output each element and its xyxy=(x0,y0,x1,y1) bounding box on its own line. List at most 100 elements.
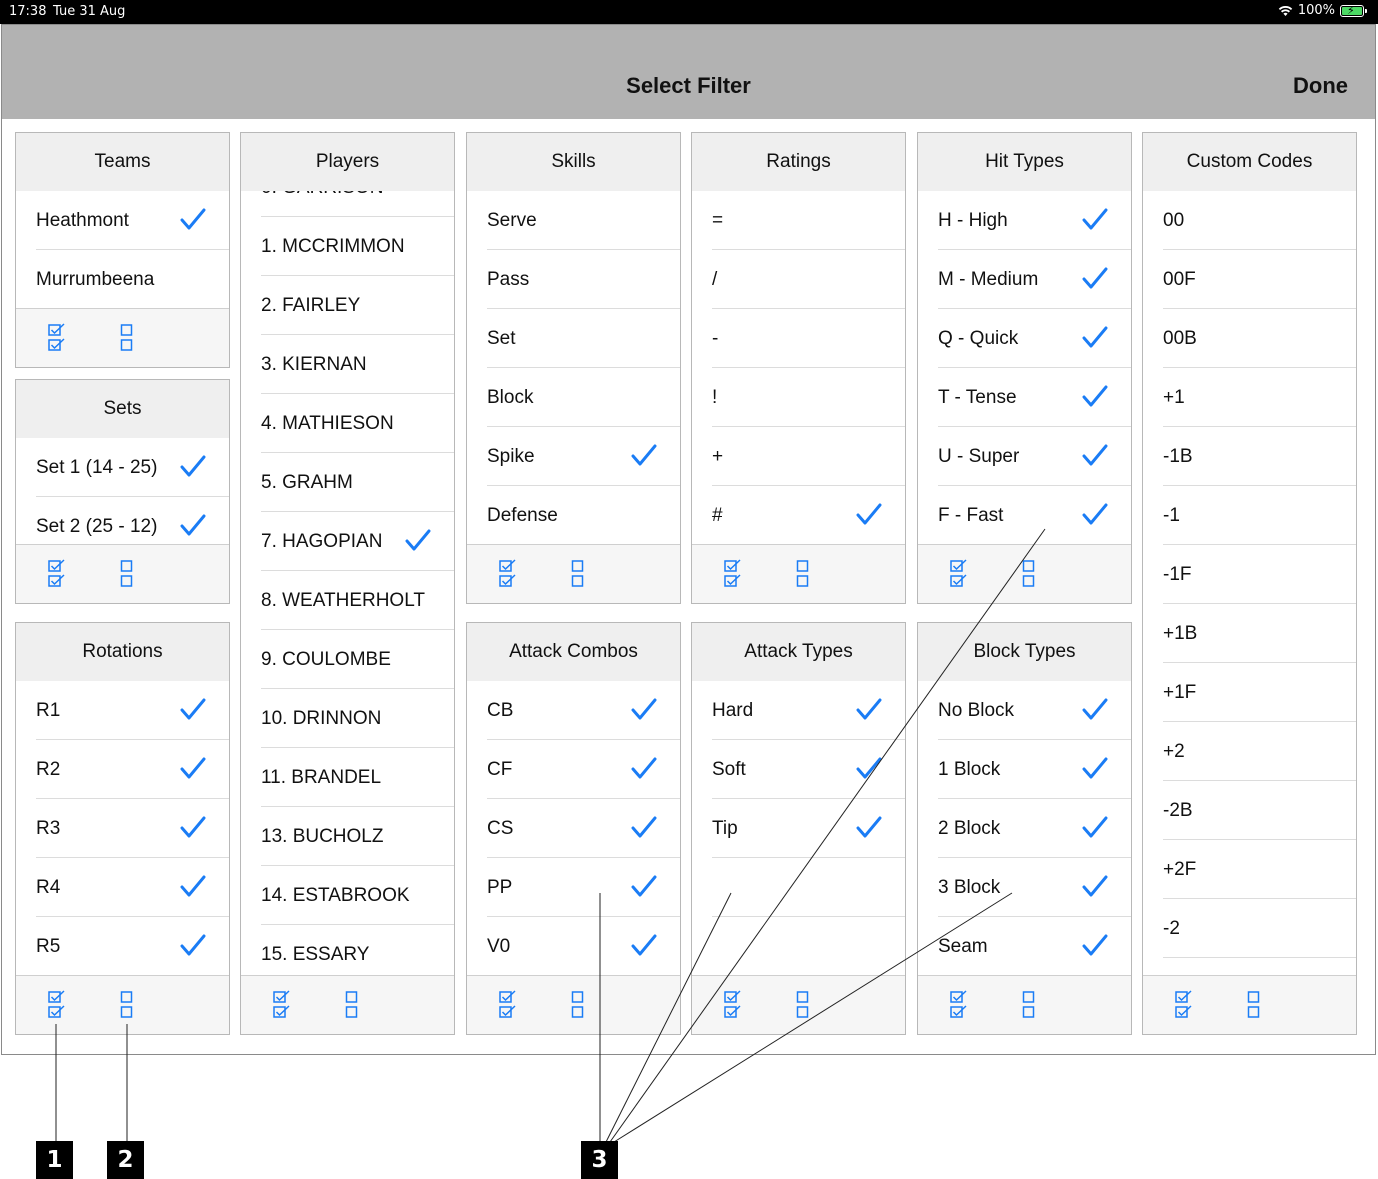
rotations-item[interactable]: R3 xyxy=(36,799,229,858)
attack-combos-item[interactable]: PP xyxy=(487,858,680,917)
attack-types-item[interactable] xyxy=(712,858,905,917)
ratings-list[interactable]: = / -! + # xyxy=(692,191,905,545)
players-item[interactable]: 14. ESTABROOK xyxy=(261,866,454,925)
players-item[interactable]: 13. BUCHOLZ xyxy=(261,807,454,866)
select-all-icon[interactable] xyxy=(724,990,742,1020)
block-types-item[interactable]: No Block xyxy=(938,681,1131,740)
rotations-item[interactable]: R5 xyxy=(36,917,229,976)
deselect-all-icon[interactable] xyxy=(1022,559,1036,589)
players-item[interactable]: 2. FAIRLEY xyxy=(261,276,454,335)
hit-types-list[interactable]: H - High M - Medium Q - Quick T - Tense U - … xyxy=(918,191,1131,545)
players-item[interactable]: 8. WEATHERHOLT xyxy=(261,571,454,630)
deselect-all-icon[interactable] xyxy=(345,990,359,1020)
ratings-item[interactable]: ! xyxy=(712,368,905,427)
deselect-all-icon[interactable] xyxy=(1247,990,1261,1020)
players-item[interactable]: 15. ESSARY xyxy=(261,925,454,976)
teams-item[interactable]: Murrumbeena xyxy=(36,250,229,309)
select-all-icon[interactable] xyxy=(48,990,66,1020)
ratings-item[interactable]: / xyxy=(712,250,905,309)
players-item[interactable]: 4. MATHIESON xyxy=(261,394,454,453)
skills-item[interactable]: Spike xyxy=(487,427,680,486)
sets-item[interactable]: Set 1 (14 - 25) xyxy=(36,438,229,497)
custom-codes-item[interactable]: -1B xyxy=(1163,427,1356,486)
custom-codes-item[interactable]: 00F xyxy=(1163,250,1356,309)
select-all-icon[interactable] xyxy=(273,990,291,1020)
custom-codes-item[interactable]: -1F xyxy=(1163,545,1356,604)
teams-list[interactable]: Heathmont Murrumbeena xyxy=(16,191,229,309)
players-item[interactable]: 7. HAGOPIAN xyxy=(261,512,454,571)
teams-item[interactable]: Heathmont xyxy=(36,191,229,250)
deselect-all-icon[interactable] xyxy=(796,559,810,589)
select-all-icon[interactable] xyxy=(499,559,517,589)
players-item[interactable]: 0. GARRISON xyxy=(261,191,454,217)
rotations-item[interactable]: R2 xyxy=(36,740,229,799)
players-item[interactable]: 5. GRAHM xyxy=(261,453,454,512)
ratings-item[interactable]: - xyxy=(712,309,905,368)
ratings-item[interactable]: + xyxy=(712,427,905,486)
skills-item[interactable]: Serve xyxy=(487,191,680,250)
attack-types-item[interactable]: Soft xyxy=(712,740,905,799)
attack-combos-item[interactable]: CS xyxy=(487,799,680,858)
attack-types-item[interactable] xyxy=(712,917,905,976)
custom-codes-item[interactable]: +1 xyxy=(1163,368,1356,427)
skills-item[interactable]: Defense xyxy=(487,486,680,545)
skills-item[interactable]: Pass xyxy=(487,250,680,309)
players-list[interactable]: 0. GARRISON 1. MCCRIMMON 2. FAIRLEY 3. KIER… xyxy=(241,191,454,976)
deselect-all-icon[interactable] xyxy=(120,559,134,589)
select-all-icon[interactable] xyxy=(950,559,968,589)
custom-codes-item[interactable]: -2B xyxy=(1163,781,1356,840)
rotations-list[interactable]: R1 R2 R3 R4 R5 xyxy=(16,681,229,976)
hit-types-item[interactable]: U - Super xyxy=(938,427,1131,486)
skills-item[interactable]: Block xyxy=(487,368,680,427)
attack-types-list[interactable]: Hard Soft Tip xyxy=(692,681,905,976)
block-types-list[interactable]: No Block 1 Block 2 Block 3 Block Seam xyxy=(918,681,1131,976)
deselect-all-icon[interactable] xyxy=(796,990,810,1020)
custom-codes-item[interactable]: -1 xyxy=(1163,486,1356,545)
hit-types-item[interactable]: T - Tense xyxy=(938,368,1131,427)
custom-codes-item[interactable]: 00 xyxy=(1163,191,1356,250)
block-types-item[interactable]: 2 Block xyxy=(938,799,1131,858)
deselect-all-icon[interactable] xyxy=(571,990,585,1020)
players-item[interactable]: 3. KIERNAN xyxy=(261,335,454,394)
players-item[interactable]: 1. MCCRIMMON xyxy=(261,217,454,276)
ratings-item[interactable]: = xyxy=(712,191,905,250)
hit-types-item[interactable]: M - Medium xyxy=(938,250,1131,309)
select-all-icon[interactable] xyxy=(48,323,66,353)
custom-codes-item[interactable]: +1F xyxy=(1163,663,1356,722)
skills-item[interactable]: Set xyxy=(487,309,680,368)
custom-codes-item[interactable]: -2 xyxy=(1163,899,1356,958)
attack-combos-item[interactable]: CB xyxy=(487,681,680,740)
players-item[interactable]: 11. BRANDEL xyxy=(261,748,454,807)
hit-types-item[interactable]: Q - Quick xyxy=(938,309,1131,368)
attack-types-item[interactable]: Tip xyxy=(712,799,905,858)
block-types-item[interactable]: Seam xyxy=(938,917,1131,976)
players-item[interactable]: 9. COULOMBE xyxy=(261,630,454,689)
deselect-all-icon[interactable] xyxy=(120,990,134,1020)
hit-types-item[interactable]: H - High xyxy=(938,191,1131,250)
attack-combos-item[interactable]: V0 xyxy=(487,917,680,976)
select-all-icon[interactable] xyxy=(724,559,742,589)
select-all-icon[interactable] xyxy=(1175,990,1193,1020)
select-all-icon[interactable] xyxy=(48,559,66,589)
rotations-item[interactable]: R4 xyxy=(36,858,229,917)
block-types-item[interactable]: 1 Block xyxy=(938,740,1131,799)
attack-combos-item[interactable]: CF xyxy=(487,740,680,799)
done-button[interactable]: Done xyxy=(1293,73,1348,99)
custom-codes-list[interactable]: 00 00F 00B +1 -1B -1 -1F +1B +1F +2 -2B +2F -2 xyxy=(1143,191,1356,976)
custom-codes-item[interactable]: +2 xyxy=(1163,722,1356,781)
select-all-icon[interactable] xyxy=(950,990,968,1020)
deselect-all-icon[interactable] xyxy=(120,323,134,353)
custom-codes-item[interactable]: +2F xyxy=(1163,840,1356,899)
skills-list[interactable]: Serve Pass Set Block Spike Defense xyxy=(467,191,680,545)
attack-combos-list[interactable]: CB CF CS PP V0 xyxy=(467,681,680,976)
sets-list[interactable]: Set 1 (14 - 25) Set 2 (25 - 12) xyxy=(16,438,229,545)
custom-codes-item[interactable]: +1B xyxy=(1163,604,1356,663)
players-item[interactable]: 10. DRINNON xyxy=(261,689,454,748)
block-types-item[interactable]: 3 Block xyxy=(938,858,1131,917)
rotations-item[interactable]: R1 xyxy=(36,681,229,740)
deselect-all-icon[interactable] xyxy=(1022,990,1036,1020)
custom-codes-item[interactable]: 00B xyxy=(1163,309,1356,368)
sets-item[interactable]: Set 2 (25 - 12) xyxy=(36,497,229,545)
attack-types-item[interactable]: Hard xyxy=(712,681,905,740)
ratings-item[interactable]: # xyxy=(712,486,905,545)
